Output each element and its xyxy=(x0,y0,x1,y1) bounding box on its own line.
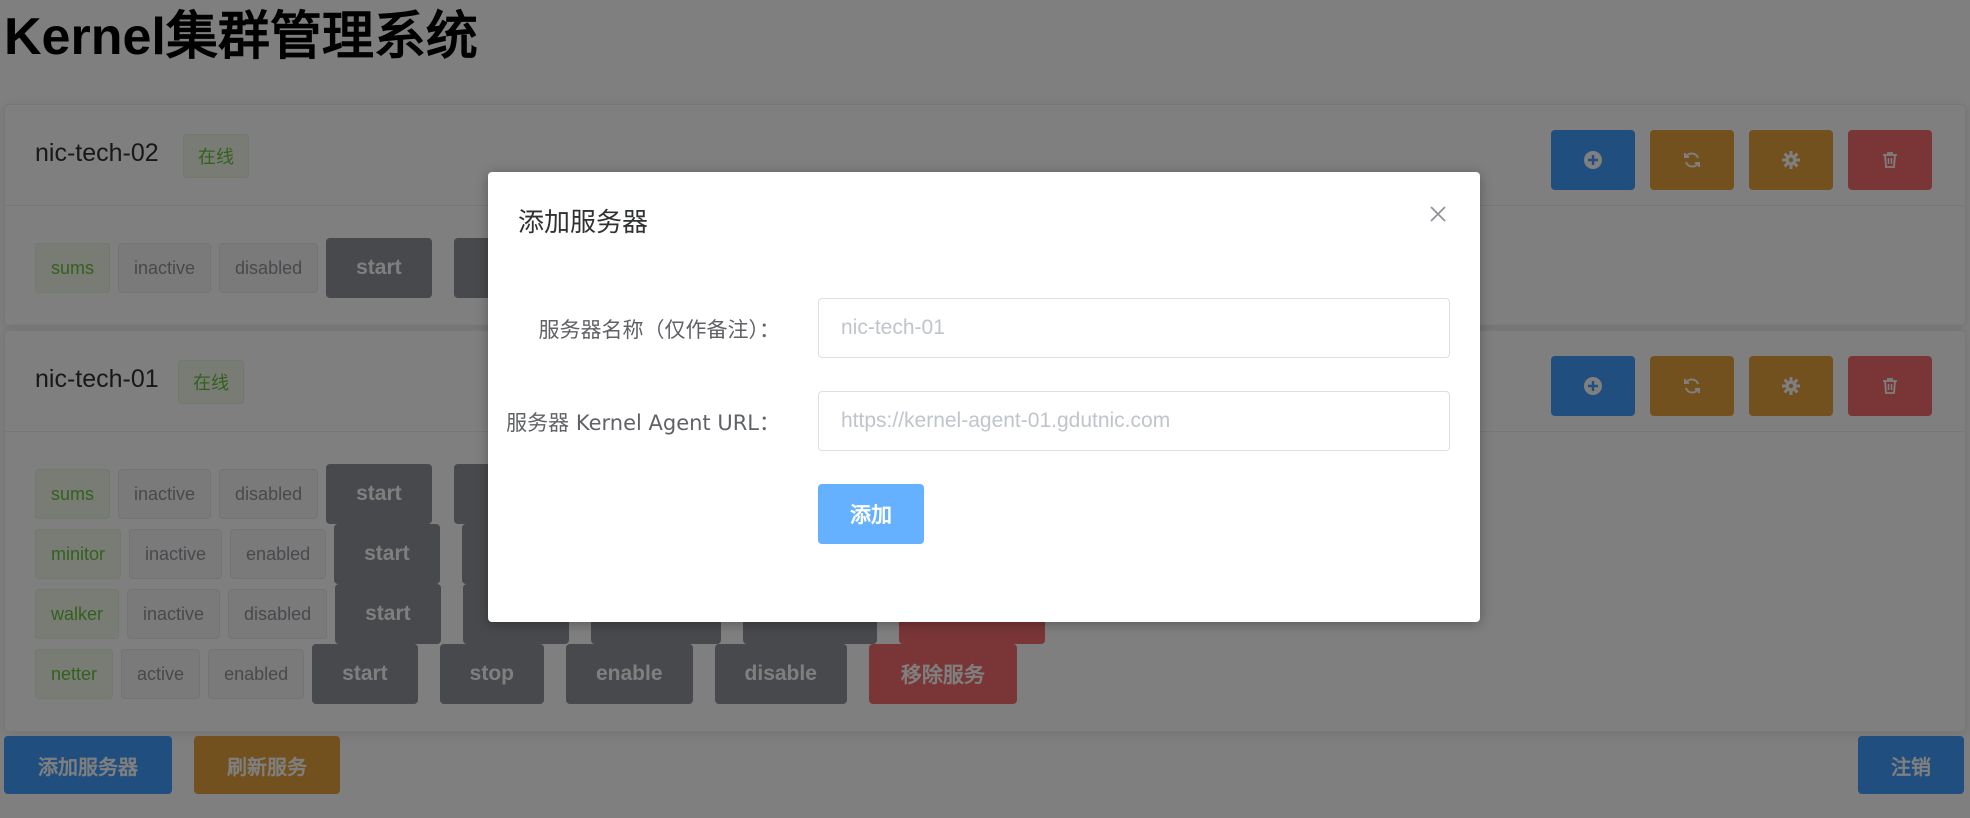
close-icon xyxy=(1430,206,1446,222)
add-submit-button[interactable]: 添加 xyxy=(818,484,924,544)
dialog-title: 添加服务器 xyxy=(518,208,649,238)
add-server-dialog: 添加服务器 服务器名称（仅作备注）： 服务器 Kernel Agent URL：… xyxy=(488,172,1480,622)
server-name-input[interactable] xyxy=(818,298,1450,358)
close-button[interactable] xyxy=(1424,200,1452,228)
agent-url-label: 服务器 Kernel Agent URL： xyxy=(506,411,780,435)
agent-url-input[interactable] xyxy=(818,391,1450,451)
server-name-label: 服务器名称（仅作备注）： xyxy=(538,318,781,342)
